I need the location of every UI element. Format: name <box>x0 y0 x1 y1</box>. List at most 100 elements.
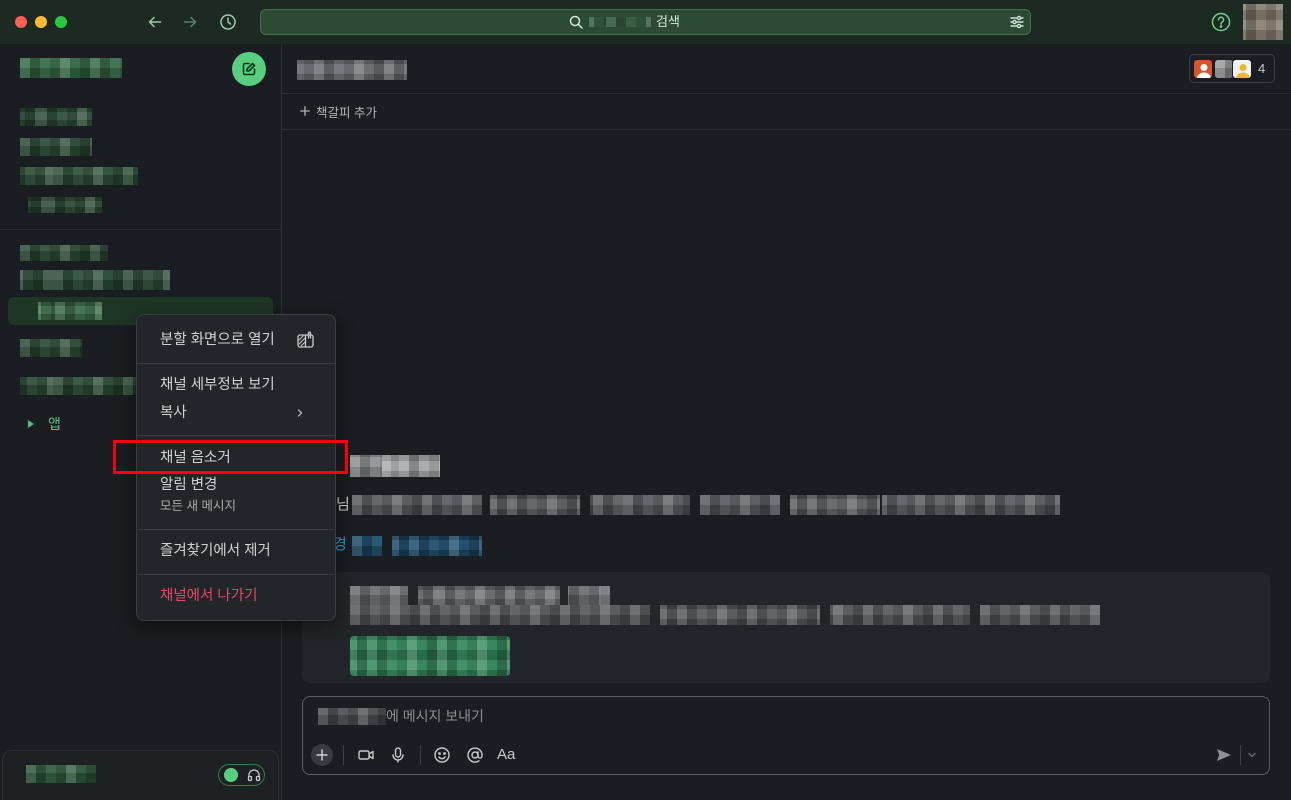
emoji-button[interactable] <box>433 746 451 764</box>
search-label: 검색 <box>656 14 680 29</box>
menu-divider <box>137 529 335 530</box>
sidebar-item[interactable] <box>20 108 92 126</box>
plus-icon <box>300 106 310 116</box>
split-view-icon <box>297 331 314 348</box>
sidebar-divider <box>0 229 281 230</box>
highlight-annotation-box <box>113 440 348 474</box>
redacted-text <box>418 586 560 605</box>
chevron-down-icon <box>1248 752 1256 758</box>
mic-icon <box>392 747 404 763</box>
composer-placeholder[interactable]: 에 메시지 보내기 <box>386 706 484 726</box>
send-options-button[interactable] <box>1243 746 1261 764</box>
search-icon <box>569 15 583 29</box>
sidebar-channel-item[interactable] <box>20 245 108 261</box>
format-button[interactable]: Aa <box>497 745 515 765</box>
compose-icon <box>242 62 256 76</box>
add-bookmark-button[interactable]: 책갈피 추가 <box>300 102 377 120</box>
redacted-text <box>568 586 610 605</box>
history-button[interactable] <box>219 13 237 31</box>
close-window-button[interactable] <box>15 16 27 28</box>
back-button[interactable] <box>146 13 164 31</box>
forward-button[interactable] <box>181 13 199 31</box>
menu-item-label: 분할 화면으로 열기 <box>160 332 275 348</box>
menu-item-label: 알림 변경 <box>160 477 218 493</box>
toolbar-divider <box>1240 745 1241 765</box>
menu-item-open-split-view[interactable]: 분할 화면으로 열기 <box>137 327 335 353</box>
redacted-workspace-title[interactable] <box>20 58 122 78</box>
redacted-action-button[interactable] <box>350 636 510 676</box>
redacted-text <box>350 586 408 605</box>
app-window: 검색 앱 4 책갈피 추가 님 경 에 메시지 보내기 Aa 분할 화면으로 열… <box>0 0 1291 800</box>
sliders-icon[interactable] <box>1009 14 1025 30</box>
menu-item-label: 채널에서 나가기 <box>160 588 258 604</box>
menu-item-leave-channel[interactable]: 채널에서 나가기 <box>137 583 335 609</box>
video-clip-button[interactable] <box>357 746 375 764</box>
menu-item-remove-favorite[interactable]: 즐겨찾기에서 제거 <box>137 538 335 564</box>
redacted-link[interactable] <box>392 536 482 556</box>
sidebar-item[interactable] <box>20 138 92 156</box>
minimize-window-button[interactable] <box>35 16 47 28</box>
redacted-link[interactable] <box>352 536 382 556</box>
redacted-text <box>882 495 1060 515</box>
arrow-left-icon <box>148 16 162 28</box>
intro-text-fragment: 님 <box>336 496 350 513</box>
toggle-knob <box>224 768 238 782</box>
redacted-selected-channel-name <box>38 302 102 320</box>
person-icon <box>1197 64 1211 78</box>
attach-button[interactable] <box>311 744 333 766</box>
menu-divider <box>137 435 335 436</box>
redacted-text <box>700 495 780 515</box>
redacted-text <box>590 495 690 515</box>
title-bar: 검색 <box>0 0 1291 44</box>
help-button[interactable] <box>1211 12 1231 32</box>
search-bar[interactable]: 검색 <box>260 9 1031 35</box>
sidebar-channel-item[interactable] <box>20 270 170 290</box>
video-icon <box>358 750 374 760</box>
sidebar-section-apps[interactable]: 앱 <box>48 414 61 434</box>
menu-item-label: 채널 세부정보 보기 <box>160 377 275 393</box>
sidebar-item[interactable] <box>28 197 102 213</box>
menu-item-copy[interactable]: 복사 <box>137 400 335 426</box>
arrow-right-icon <box>183 16 197 28</box>
plus-icon <box>316 749 328 761</box>
huddle-toggle[interactable] <box>218 764 265 786</box>
redacted-text <box>350 605 650 625</box>
compose-button[interactable] <box>232 52 266 86</box>
redacted-text <box>980 605 1100 625</box>
redacted-status-name <box>26 765 96 783</box>
member-avatar <box>1193 59 1213 79</box>
help-circle-icon <box>1211 12 1231 32</box>
redacted-text <box>790 495 880 515</box>
toolbar-divider <box>343 745 344 765</box>
mention-button[interactable] <box>466 746 484 764</box>
audio-clip-button[interactable] <box>389 746 407 764</box>
add-bookmark-label: 책갈피 추가 <box>316 105 377 120</box>
redacted-channel-title[interactable] <box>297 60 407 80</box>
channel-members-button[interactable]: 4 <box>1189 54 1275 83</box>
sidebar-channel-item[interactable] <box>20 339 82 357</box>
menu-item-channel-details[interactable]: 채널 세부정보 보기 <box>137 372 335 398</box>
headphones-icon <box>247 769 261 782</box>
caret-right-icon[interactable] <box>27 419 35 429</box>
member-avatar <box>1232 59 1252 79</box>
user-avatar[interactable] <box>1243 4 1283 40</box>
redacted-heading <box>350 455 382 477</box>
send-button[interactable] <box>1215 746 1233 764</box>
send-icon <box>1217 749 1231 761</box>
member-avatar <box>1214 59 1234 79</box>
redacted-text <box>830 605 970 625</box>
sidebar-channel-item[interactable] <box>20 377 136 395</box>
at-icon <box>467 747 483 763</box>
chevron-right-icon <box>297 409 303 417</box>
redacted-text <box>660 605 820 625</box>
header-divider <box>282 93 1291 94</box>
menu-divider <box>137 363 335 364</box>
redacted-text <box>490 495 580 515</box>
zoom-window-button[interactable] <box>55 16 67 28</box>
sidebar-item[interactable] <box>20 167 138 185</box>
menu-item-change-notifications[interactable]: 알림 변경 <box>137 472 335 498</box>
redacted-heading <box>382 455 440 477</box>
person-icon <box>1236 64 1250 78</box>
bookmark-divider <box>282 129 1291 130</box>
clock-icon <box>220 14 236 30</box>
